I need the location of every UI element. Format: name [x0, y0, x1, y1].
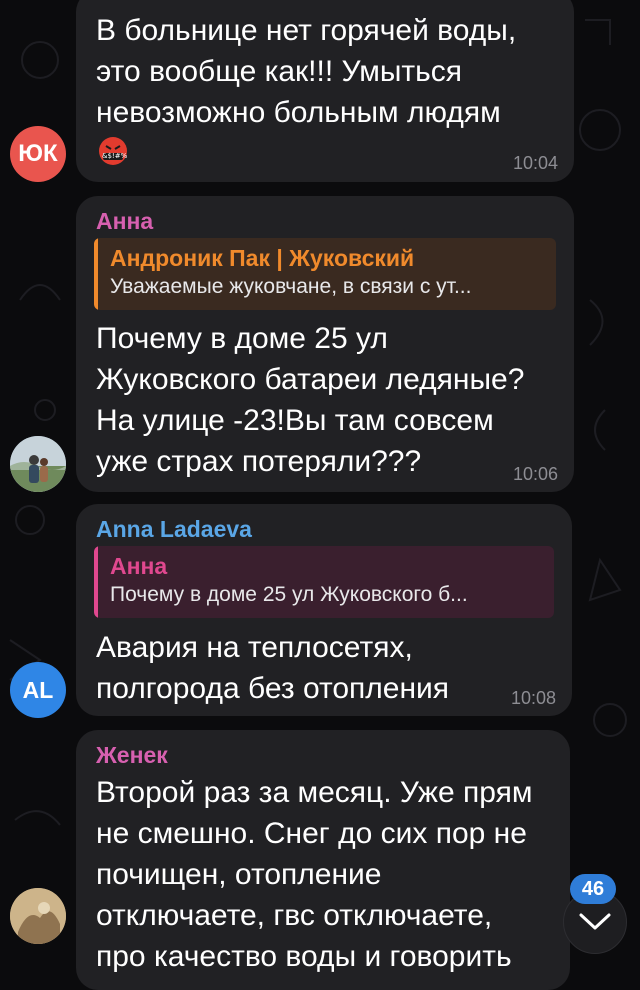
reply-bar [94, 238, 98, 310]
reply-preview[interactable]: Андроник Пак | Жуковский Уважаемые жуков… [94, 238, 556, 310]
message-time: 10:08 [510, 688, 556, 708]
message-text-line: Второй раз за месяц. Уже прям [96, 776, 533, 809]
message-text-line: Жуковского батареи ледяные? [96, 363, 525, 396]
avatar-al[interactable]: AL [10, 662, 66, 718]
chevron-down-icon [579, 913, 611, 930]
reply-text: Уважаемые жуковчане, в связи с ут... [110, 275, 472, 298]
message-text-line: почищен, отопление [96, 858, 382, 891]
message-bubble[interactable]: В больнице нет горячей воды, это вообще … [76, 0, 574, 182]
reply-sender-name: Андроник Пак | Жуковский [110, 245, 415, 271]
avatar-yuk[interactable]: ЮК [10, 126, 66, 182]
message-bubble[interactable]: Anna Ladaeva Анна Почему в доме 25 ул Жу… [76, 504, 572, 716]
emoji-symbols: &$!#% [102, 152, 128, 160]
avatar-initials: ЮК [18, 140, 58, 167]
message-text-line: Авария на теплосетях, [96, 631, 413, 664]
message-text-line: отключаете, гвс отключаете, [96, 899, 493, 932]
message-text-line: не смешно. Снег до сих пор не [96, 817, 527, 850]
message-text-line: На улице -23!Вы там совсем [96, 404, 494, 437]
message-bubble[interactable]: Женек Второй раз за месяц. Уже прям не с… [76, 730, 570, 990]
avatar-anna[interactable] [10, 436, 66, 492]
message-text-line: это вообще как!!! Умыться [96, 55, 463, 88]
unread-count-badge[interactable]: 46 [570, 874, 616, 904]
sender-name: Анна [96, 208, 154, 234]
message-text-line: полгорода без отопления [96, 672, 450, 705]
reply-text: Почему в доме 25 ул Жуковского б... [110, 583, 468, 606]
message-text-line: В больнице нет горячей воды, [96, 14, 517, 47]
avatar-initials: AL [22, 676, 54, 703]
sender-name: Женек [96, 742, 168, 768]
reply-sender-name: Анна [110, 553, 168, 579]
message-text-line: уже страх потеряли??? [96, 445, 422, 478]
sender-name: Anna Ladaeva [96, 516, 252, 542]
reply-preview[interactable]: Анна Почему в доме 25 ул Жуковского б... [94, 546, 554, 618]
message-time: 10:06 [512, 464, 558, 484]
message-text-line: про качество воды и говорить [96, 940, 512, 973]
user-photo-icon [10, 888, 66, 944]
message-text-line: Почему в доме 25 ул [96, 322, 388, 355]
angry-face-emoji: &$!#% [98, 136, 128, 166]
reply-bar [94, 546, 98, 618]
user-photo-icon [10, 436, 66, 492]
message-bubble[interactable]: Анна Андроник Пак | Жуковский Уважаемые … [76, 196, 574, 492]
message-time: 10:04 [512, 153, 558, 173]
avatar-zhenek[interactable] [10, 888, 66, 944]
message-text-line: невозможно больным людям [96, 96, 501, 129]
